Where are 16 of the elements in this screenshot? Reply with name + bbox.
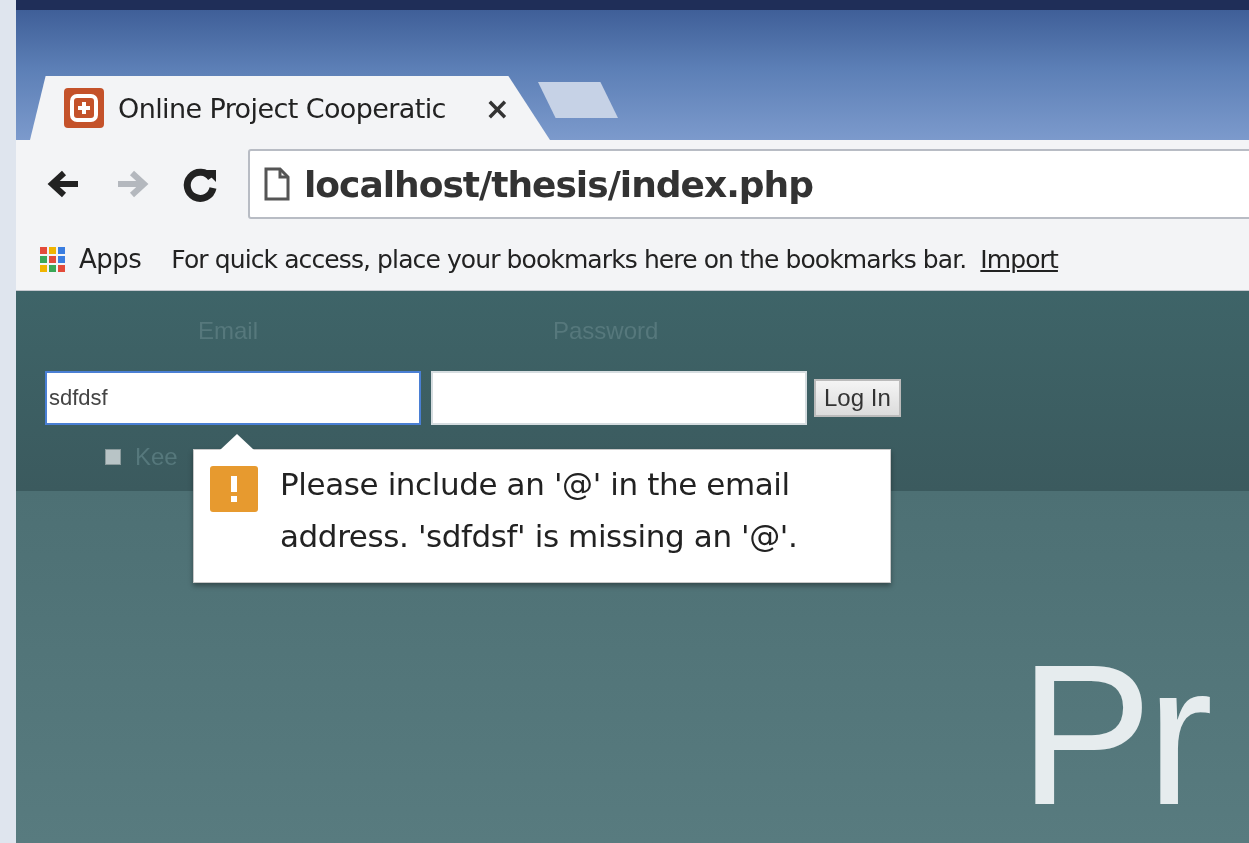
address-bar[interactable]: localhost/thesis/index.php [248,149,1249,219]
page-icon [264,167,290,201]
apps-link[interactable]: Apps [79,244,142,274]
validation-message: Please include an '@' in the email address. 'sdfdsf' is missing an '@'. [280,465,799,556]
browser-tab[interactable]: Online Project Cooperatic × [30,76,550,140]
warning-icon [210,466,258,512]
login-button[interactable]: Log In [814,379,901,417]
bookmarks-hint: For quick access, place your bookmarks here on the bookmarks bar. [171,244,967,274]
apps-grid-icon[interactable] [40,246,65,272]
checkbox[interactable] [105,449,121,465]
hero-title: Pr [1019,635,1209,835]
favicon-icon [64,88,104,128]
close-tab-button[interactable]: × [484,90,510,126]
email-field[interactable]: sdfdsf [45,371,421,425]
password-field[interactable] [431,371,807,425]
import-link[interactable]: Import [980,244,1058,274]
